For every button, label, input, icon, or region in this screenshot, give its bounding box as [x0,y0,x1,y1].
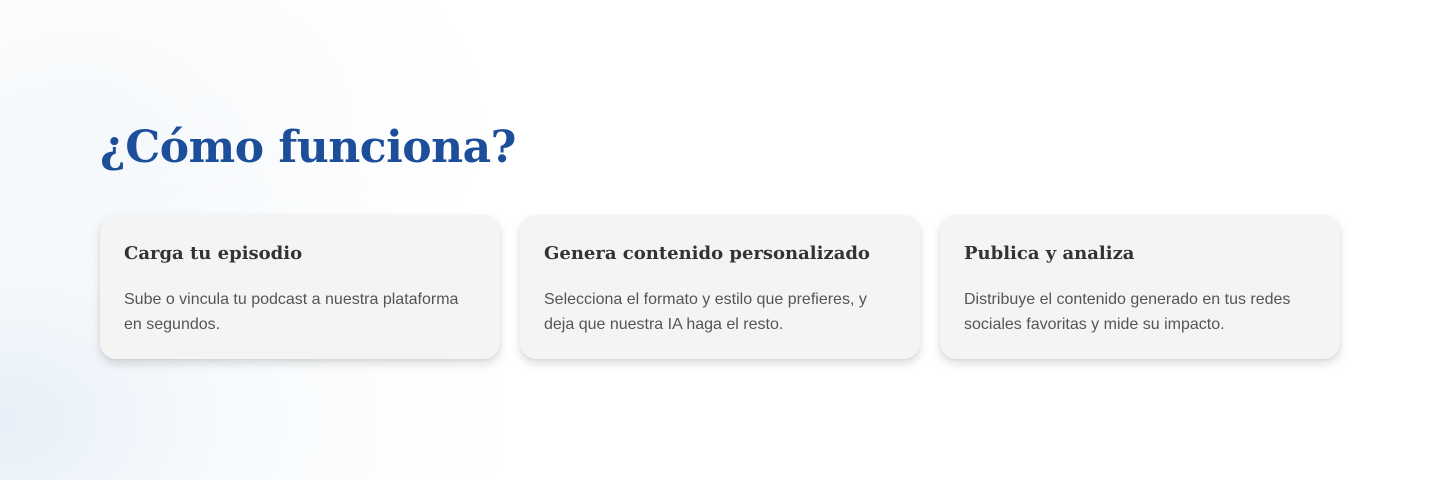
step-card-description: Distribuye el contenido generado en tus … [964,291,1291,333]
step-card-description: Selecciona el formato y estilo que prefi… [544,291,867,333]
section-title: ¿Cómo funciona? [100,122,516,173]
steps-card-list: Carga tu episodio Sube o vincula tu podc… [100,215,1340,359]
step-card-title: Publica y analiza [964,243,1135,264]
step-card-generate: Genera contenido personalizado Seleccion… [520,215,920,359]
step-card-description: Sube o vincula tu podcast a nuestra plat… [124,291,459,333]
how-it-works-section: ¿Cómo funciona? Carga tu episodio Sube o… [100,0,1340,480]
step-card-title: Genera contenido personalizado [544,243,870,264]
step-card-title: Carga tu episodio [124,243,303,264]
step-card-publish: Publica y analiza Distribuye el contenid… [940,215,1340,359]
step-card-upload: Carga tu episodio Sube o vincula tu podc… [100,215,500,359]
